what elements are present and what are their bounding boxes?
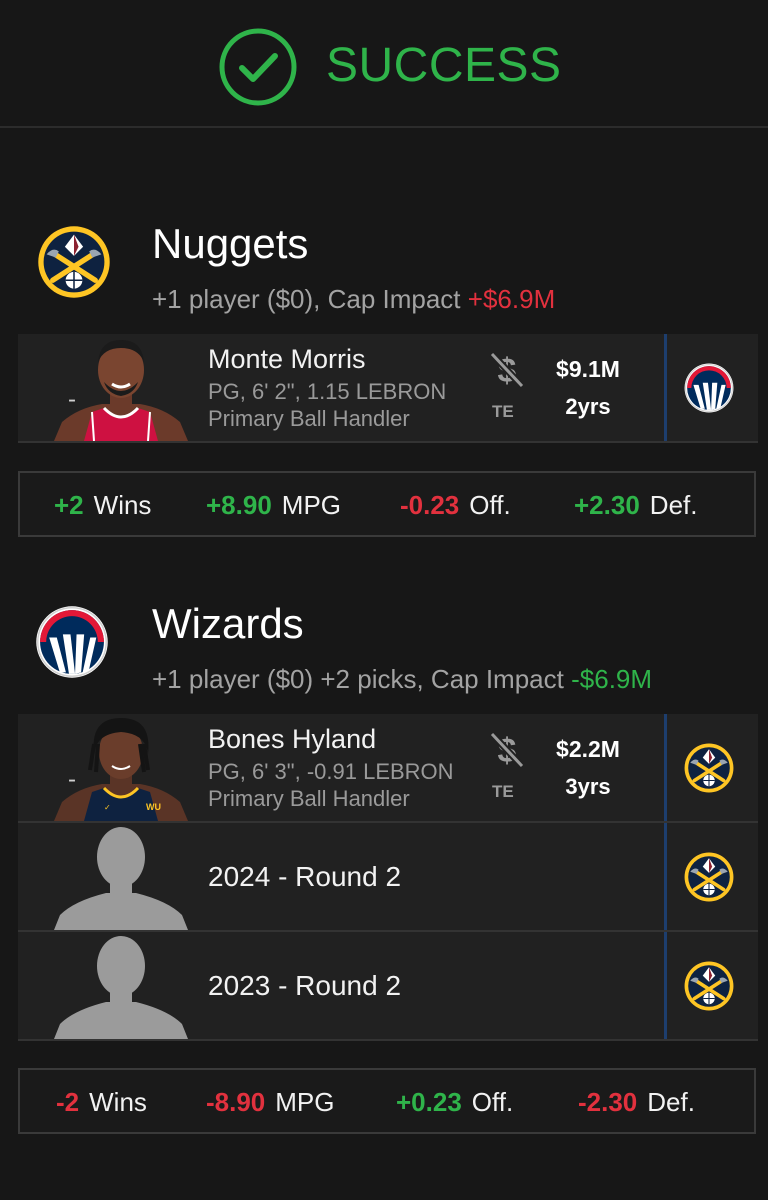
player-position-height-lebron: PG, 6' 3", -0.91 LEBRON: [208, 759, 454, 784]
wizards-stats-box: -2 Wins -8.90 MPG +0.23 Off. -2.30 Def.: [18, 1068, 756, 1134]
nuggets-logo-icon: [683, 851, 735, 903]
team-name-wizards: Wizards: [152, 600, 304, 647]
player-role: Primary Ball Handler: [208, 786, 410, 811]
header-divider: [0, 126, 768, 128]
nuggets-stats-box: +2 Wins +8.90 MPG -0.23 Off. +2.30 Def.: [18, 471, 756, 537]
summary-text: +1 player ($0) +2 picks, Cap Impact: [152, 664, 564, 694]
stat-def: -2.30 Def.: [578, 1087, 695, 1117]
player-detail: PG, 6' 3", -0.91 LEBRON Primary Ball Han…: [208, 758, 454, 812]
svg-text:WU: WU: [146, 802, 161, 812]
player-silhouette-icon: [54, 932, 188, 1039]
player-silhouette-icon: [54, 823, 188, 930]
cap-impact-sign: +: [467, 284, 483, 314]
stat-off: -0.23 Off.: [400, 490, 511, 520]
player-name: Bones Hyland: [208, 724, 377, 754]
pick-row-2023-round-2[interactable]: 2023 - Round 2: [18, 932, 758, 1041]
team-summary-wizards: +1 player ($0) +2 picks, Cap Impact -$6.…: [152, 664, 652, 695]
stat-mpg: -8.90 MPG: [206, 1087, 335, 1117]
nuggets-logo-icon: [683, 960, 735, 1012]
player-dash: -: [68, 766, 76, 793]
player-name: Monte Morris: [208, 344, 366, 374]
wizards-logo-icon: [683, 362, 735, 414]
cap-impact-value: $6.9M: [482, 284, 556, 314]
row-divider: [664, 714, 667, 821]
stat-def: +2.30 Def.: [574, 490, 698, 520]
svg-text:✓: ✓: [104, 803, 111, 812]
team-summary-nuggets: +1 player ($0), Cap Impact +$6.9M: [152, 284, 555, 315]
player-position-height-lebron: PG, 6' 2", 1.15 LEBRON: [208, 379, 447, 404]
player-row-bones-hyland[interactable]: WU ✓ - Bones Hyland PG, 6' 3", -0.91 LEB…: [18, 714, 758, 823]
cap-impact-sign: -: [571, 664, 580, 694]
trade-exception-label: TE: [492, 782, 514, 801]
contract-years: 3yrs: [565, 774, 611, 799]
cap-impact-value: $6.9M: [579, 664, 653, 694]
nuggets-logo-icon: [36, 224, 112, 300]
trade-exception-label: TE: [492, 402, 514, 421]
row-divider: [664, 334, 667, 441]
contract-years: 2yrs: [565, 394, 611, 419]
player-role: Primary Ball Handler: [208, 406, 410, 431]
check-circle-icon: [219, 28, 297, 106]
stat-wins: +2 Wins: [54, 490, 152, 520]
no-dollar-icon: $: [489, 351, 525, 390]
player-row-monte-morris[interactable]: - Monte Morris PG, 6' 2", 1.15 LEBRON Pr…: [18, 334, 758, 443]
row-divider: [664, 932, 667, 1039]
wizards-logo-icon: [34, 604, 110, 680]
nuggets-logo-icon: [683, 742, 735, 794]
stat-off: +0.23 Off.: [396, 1087, 514, 1117]
player-salary: $9.1M: [556, 356, 620, 382]
pick-row-2024-round-2[interactable]: 2024 - Round 2: [18, 823, 758, 932]
summary-text: +1 player ($0), Cap Impact: [152, 284, 461, 314]
success-title: SUCCESS: [326, 39, 562, 92]
success-header: SUCCESS: [0, 0, 768, 126]
player-detail: PG, 6' 2", 1.15 LEBRON Primary Ball Hand…: [208, 378, 446, 432]
player-dash: -: [68, 386, 76, 413]
stat-mpg: +8.90 MPG: [206, 490, 342, 520]
pick-label: 2023 - Round 2: [208, 970, 402, 1001]
pick-label: 2024 - Round 2: [208, 861, 402, 892]
player-salary: $2.2M: [556, 736, 620, 762]
stat-wins: -2 Wins: [56, 1087, 147, 1117]
row-divider: [664, 823, 667, 930]
team-name-nuggets: Nuggets: [152, 220, 309, 267]
no-dollar-icon: $: [489, 731, 525, 770]
